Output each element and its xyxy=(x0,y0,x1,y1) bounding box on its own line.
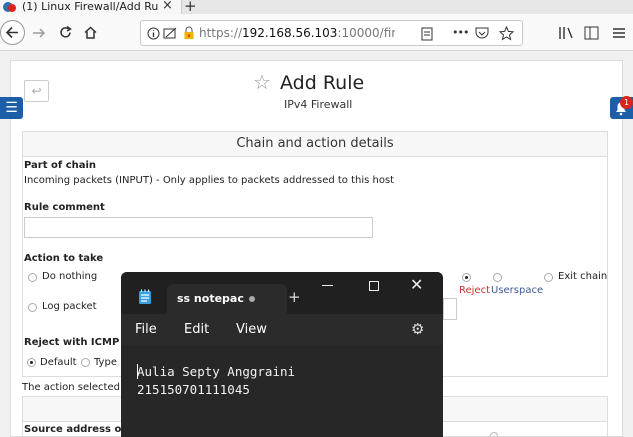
text-line-2: 215150701111045 xyxy=(137,382,250,397)
part-of-chain-value: Incoming packets (INPUT) - Only applies … xyxy=(24,175,395,186)
hamburger-menu-icon[interactable]: ☰ xyxy=(0,97,23,119)
action-selected-text: The action selected a xyxy=(22,382,130,393)
icmp-default-radio[interactable] xyxy=(27,358,36,367)
lock-icon xyxy=(184,26,194,39)
rule-comment-label: Rule comment xyxy=(24,202,105,213)
action-log-packet-radio[interactable] xyxy=(28,303,37,312)
reader-view-icon[interactable] xyxy=(421,27,433,41)
rule-comment-input[interactable] xyxy=(24,217,373,238)
notepad-text-area[interactable]: Aulia Septy Anggraini 215150701111045 xyxy=(121,345,443,437)
back-button[interactable] xyxy=(0,20,25,45)
action-exit-chain-radio[interactable] xyxy=(544,273,553,282)
notepad-menubar: File Edit View ⚙ xyxy=(121,314,443,345)
action-userspace-label: Userspace xyxy=(491,285,544,296)
action-extra-input[interactable] xyxy=(443,298,457,320)
menu-view[interactable]: View xyxy=(236,322,267,337)
maximize-icon[interactable] xyxy=(369,281,379,291)
action-exit-chain-label: Exit chain xyxy=(558,271,608,282)
notepad-window[interactable]: ss notepac + ✕ File Edit View ⚙ Aulia Se… xyxy=(121,272,443,437)
reload-icon[interactable] xyxy=(58,25,73,40)
new-tab-button[interactable]: + xyxy=(184,0,197,15)
browser-tab-strip: (1) Linux Firewall/Add Ru × + xyxy=(0,0,633,15)
permissions-icon[interactable] xyxy=(163,27,178,40)
notification-count-badge: 1 xyxy=(620,96,633,109)
notepad-tab[interactable]: ss notepac xyxy=(167,284,287,314)
favorite-star-icon[interactable]: ☆ xyxy=(253,70,271,94)
page-actions-button[interactable]: ••• xyxy=(452,26,469,39)
notepad-titlebar[interactable]: ss notepac + ✕ xyxy=(121,272,443,314)
close-icon[interactable]: ✕ xyxy=(410,275,423,294)
notepad-tab-title: ss notepac xyxy=(177,292,244,305)
menu-edit[interactable]: Edit xyxy=(184,322,209,337)
browser-tab-title: (1) Linux Firewall/Add Ru xyxy=(22,0,159,13)
pocket-icon[interactable] xyxy=(475,27,489,40)
loading-indicator xyxy=(490,432,498,437)
menu-file[interactable]: File xyxy=(135,322,157,337)
action-log-packet-label: Log packet xyxy=(42,301,97,312)
webmin-favicon-icon xyxy=(3,2,16,12)
icmp-default-label: Default xyxy=(40,357,77,368)
action-userspace-radio[interactable] xyxy=(493,273,502,282)
action-reject-radio[interactable] xyxy=(462,273,471,282)
icmp-type-label: Type xyxy=(94,357,117,368)
panel-heading: Chain and action details xyxy=(23,132,607,157)
notepad-new-tab-button[interactable]: + xyxy=(288,288,301,306)
browser-tab[interactable]: (1) Linux Firewall/Add Ru × xyxy=(0,0,182,14)
bookmark-star-icon[interactable] xyxy=(499,26,514,41)
action-label: Action to take xyxy=(24,253,104,264)
part-of-chain-label: Part of chain xyxy=(24,160,97,171)
menu-icon[interactable] xyxy=(612,27,626,39)
minimize-icon[interactable] xyxy=(322,285,333,286)
forward-arrow-icon[interactable] xyxy=(31,26,47,40)
tab-close-icon[interactable]: × xyxy=(162,0,173,13)
back-arrow-icon xyxy=(5,26,18,39)
return-button[interactable]: ↩ xyxy=(24,80,49,102)
page-title: Add Rule xyxy=(280,72,365,94)
unsaved-dot-icon[interactable] xyxy=(249,296,255,302)
page-subtitle: IPv4 Firewall xyxy=(284,98,353,111)
notepad-app-icon xyxy=(139,289,151,304)
icmp-type-radio[interactable] xyxy=(81,358,90,367)
text-line-1: Aulia Septy Anggraini xyxy=(137,364,296,379)
action-do-nothing-radio[interactable] xyxy=(28,273,37,282)
action-do-nothing-label: Do nothing xyxy=(42,271,98,282)
home-icon[interactable] xyxy=(83,25,98,40)
sidebar-icon[interactable] xyxy=(584,26,599,40)
info-icon[interactable] xyxy=(147,27,160,40)
browser-toolbar: https://192.168.56.103:10000/firewa ••• xyxy=(0,14,633,51)
action-reject-label: Reject xyxy=(459,285,491,296)
url-text: https://192.168.56.103:10000/firewa xyxy=(199,26,395,40)
settings-gear-icon[interactable]: ⚙ xyxy=(411,320,424,338)
library-icon[interactable] xyxy=(558,26,574,40)
url-bar[interactable]: https://192.168.56.103:10000/firewa ••• xyxy=(140,20,523,46)
